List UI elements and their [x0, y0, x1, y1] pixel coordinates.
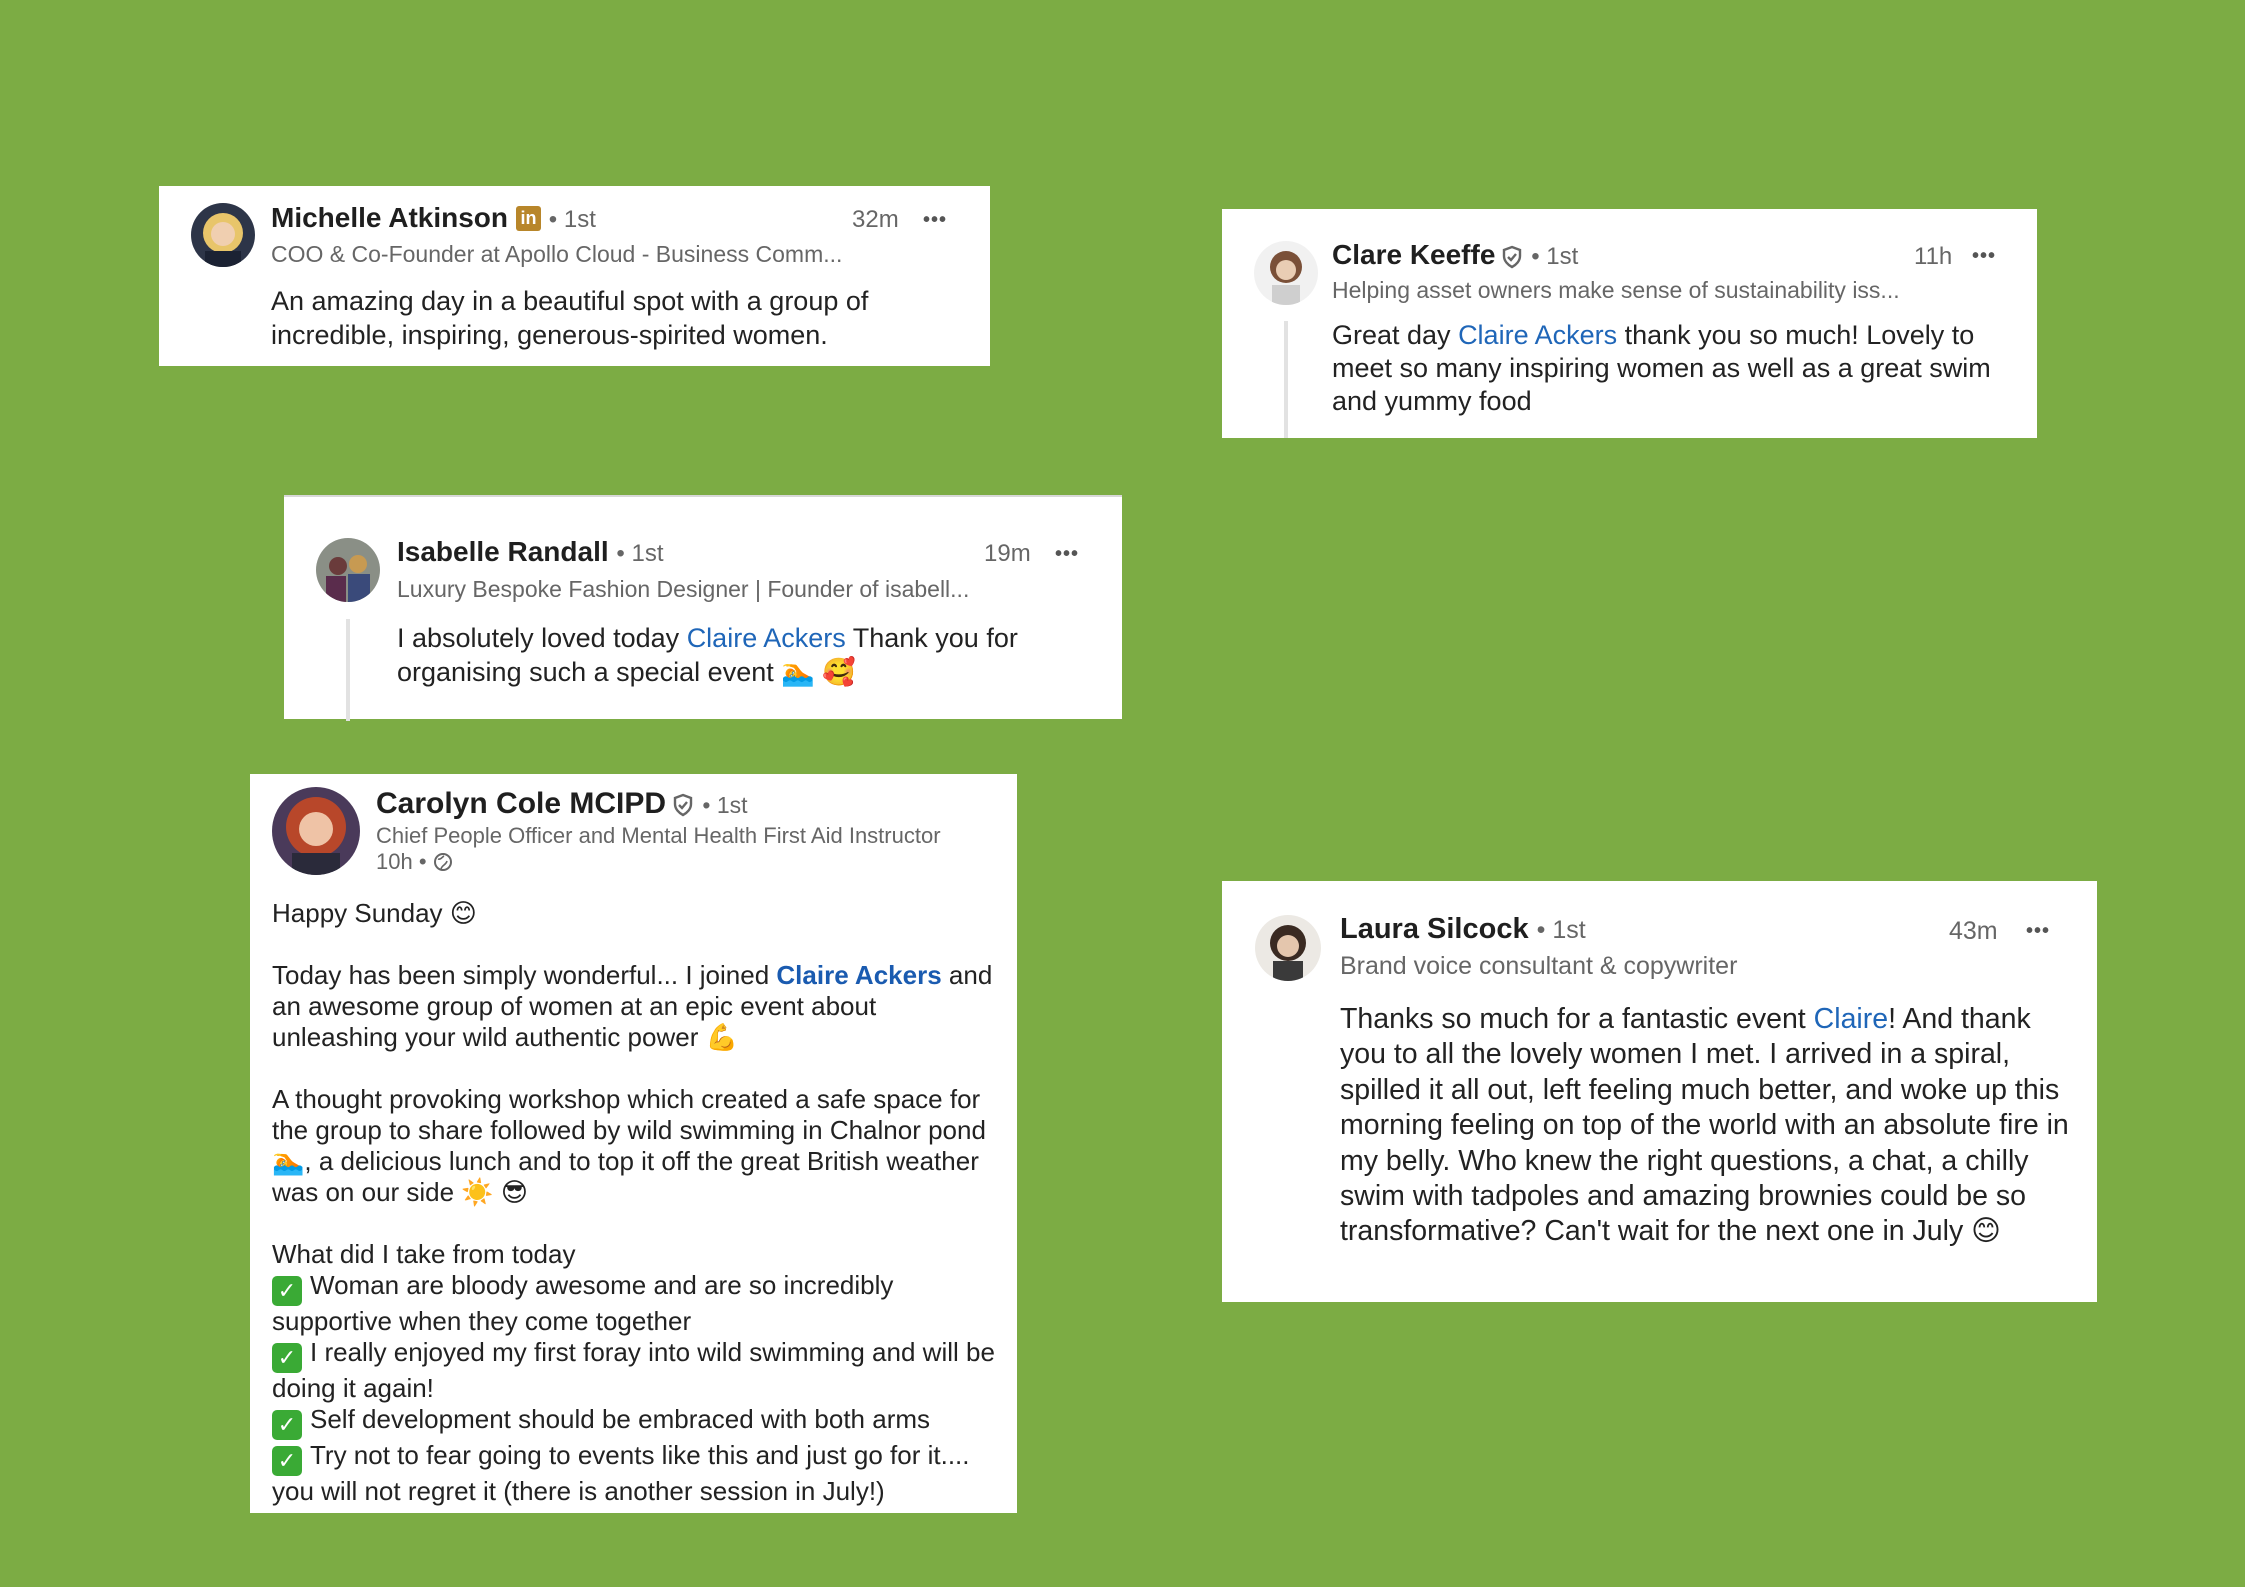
list-item-text: I really enjoyed my first foray into wil… — [272, 1337, 995, 1403]
author-line: Isabelle Randall • 1st — [397, 536, 664, 568]
verified-shield-icon — [673, 793, 693, 817]
author-line: Carolyn Cole MCIPD • 1st — [376, 787, 748, 821]
comment-card-clare: Clare Keeffe • 1st Helping asset owners … — [1222, 209, 2037, 438]
post-paragraph: Today has been simply wonderful... I joi… — [272, 960, 1002, 1053]
more-options-icon[interactable]: ••• — [923, 210, 947, 230]
mention-link[interactable]: Claire Ackers — [687, 623, 846, 653]
comment-card-isabelle: Isabelle Randall • 1st Luxury Bespoke Fa… — [284, 495, 1122, 721]
list-item-text: Try not to fear going to events like thi… — [272, 1440, 970, 1506]
post-card-carolyn: Carolyn Cole MCIPD • 1st Chief People Of… — [250, 774, 1017, 1513]
post-body: Happy Sunday 😊 Today has been simply won… — [272, 898, 1002, 1507]
author-name[interactable]: Laura Silcock — [1340, 913, 1529, 945]
mention-link[interactable]: Claire — [1814, 1003, 1888, 1035]
post-paragraph: A thought provoking workshop which creat… — [272, 1084, 986, 1207]
list-item: ✓ Self development should be embraced wit… — [272, 1404, 1002, 1440]
check-mark-icon: ✓ — [272, 1343, 302, 1373]
list-item: ✓ Try not to fear going to events like th… — [272, 1440, 1002, 1507]
comment-text: An amazing day in a beautiful spot with … — [271, 286, 869, 350]
author-headline: Luxury Bespoke Fashion Designer | Founde… — [397, 576, 970, 602]
connection-degree: • 1st — [1531, 243, 1579, 270]
comment-card-laura: Laura Silcock • 1st Brand voice consulta… — [1222, 881, 2097, 1302]
list-item-text: Woman are bloody awesome and are so incr… — [272, 1270, 894, 1336]
post-greeting: Happy Sunday 😊 — [272, 898, 477, 928]
author-headline: COO & Co-Founder at Apollo Cloud - Busin… — [271, 241, 843, 267]
connection-degree: • 1st — [1536, 916, 1586, 944]
globe-icon — [433, 853, 452, 871]
list-item-text: Self development should be embraced with… — [310, 1404, 931, 1434]
post-time: 10h • — [376, 849, 427, 874]
comment-card-michelle: Michelle Atkinson in • 1st COO & Co-Found… — [159, 186, 990, 366]
author-headline: Helping asset owners make sense of susta… — [1332, 277, 1900, 303]
comment-text: Thanks so much for a fantastic event Cla… — [1340, 1002, 2075, 1250]
author-headline: Brand voice consultant & copywriter — [1340, 952, 1738, 980]
thread-line — [346, 619, 350, 721]
author-line: Michelle Atkinson in • 1st — [271, 202, 596, 234]
avatar[interactable] — [272, 787, 360, 875]
mention-link[interactable]: Claire Ackers — [776, 960, 941, 990]
timestamp: 43m — [1949, 917, 1998, 945]
comment-text: Great day Claire Ackers thank you so muc… — [1332, 319, 2012, 418]
avatar[interactable] — [191, 203, 255, 267]
more-options-icon[interactable]: ••• — [2026, 921, 2050, 941]
author-name[interactable]: Carolyn Cole MCIPD — [376, 787, 666, 820]
text-segment: Thanks so much for a fantastic event — [1340, 1003, 1814, 1035]
check-mark-icon: ✓ — [272, 1276, 302, 1306]
text-segment: Great day — [1332, 320, 1459, 350]
list-heading: What did I take from today — [272, 1239, 576, 1269]
author-line: Laura Silcock • 1st — [1340, 913, 1586, 946]
avatar[interactable] — [316, 538, 380, 602]
thread-line — [1284, 321, 1288, 438]
check-mark-icon: ✓ — [272, 1446, 302, 1476]
more-options-icon[interactable]: ••• — [1972, 246, 1996, 266]
avatar[interactable] — [1255, 915, 1321, 981]
check-mark-icon: ✓ — [272, 1410, 302, 1440]
text-segment: I absolutely loved today — [397, 623, 687, 653]
author-headline: Chief People Officer and Mental Health F… — [376, 823, 941, 848]
more-options-icon[interactable]: ••• — [1055, 544, 1079, 564]
list-item: ✓ I really enjoyed my first foray into wi… — [272, 1337, 1002, 1404]
timestamp: 32m — [852, 206, 899, 233]
verified-shield-icon — [1503, 245, 1522, 268]
author-name[interactable]: Clare Keeffe — [1332, 239, 1495, 270]
list-item: ✓ Woman are bloody awesome and are so inc… — [272, 1270, 1002, 1337]
connection-degree: • 1st — [616, 540, 664, 567]
connection-degree: • 1st — [548, 206, 596, 233]
timestamp: 19m — [984, 540, 1031, 567]
author-name[interactable]: Isabelle Randall — [397, 536, 609, 567]
comment-text: I absolutely loved today Claire Ackers T… — [397, 621, 1097, 689]
text-segment: Today has been simply wonderful... I joi… — [272, 960, 777, 990]
connection-degree: • 1st — [702, 792, 748, 818]
timestamp: 11h — [1914, 243, 1953, 270]
author-name[interactable]: Michelle Atkinson — [271, 202, 508, 233]
mention-link[interactable]: Claire Ackers — [1458, 320, 1617, 350]
author-line: Clare Keeffe • 1st — [1332, 239, 1578, 271]
linkedin-icon: in — [516, 206, 542, 231]
avatar[interactable] — [1254, 241, 1318, 305]
post-meta: 10h • — [376, 849, 453, 875]
text-segment: ! And thank you to all the lovely women … — [1340, 1003, 2069, 1248]
